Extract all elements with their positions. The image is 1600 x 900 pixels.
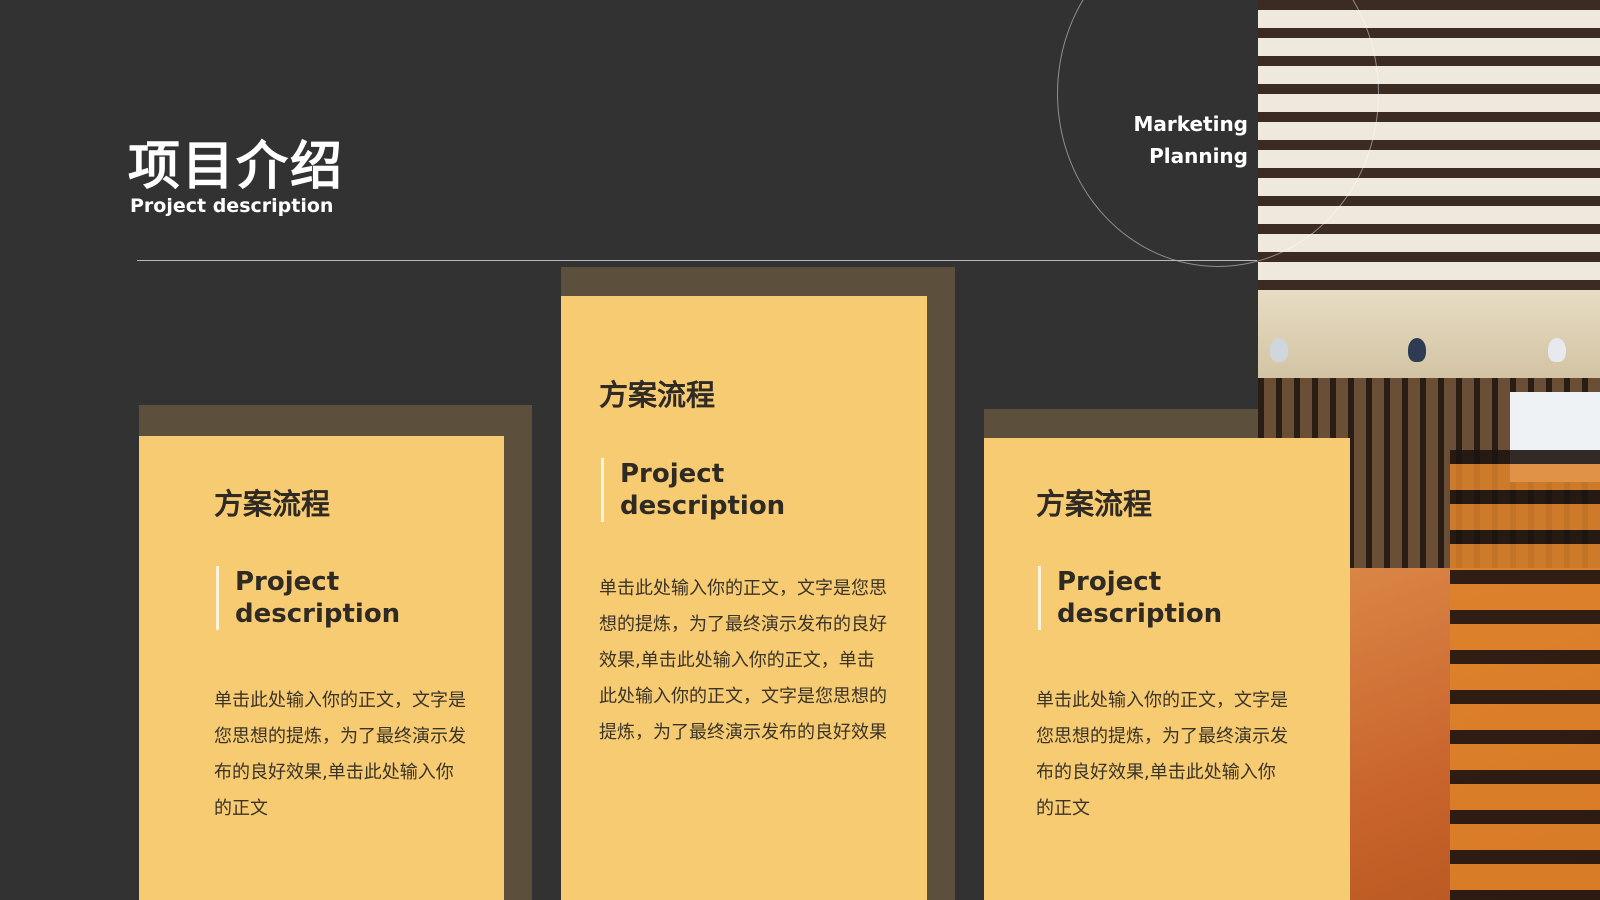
side-label-line2: Planning [1149,144,1248,168]
card-1: 方案流程 Project description 单击此处输入你的正文，文字是您… [139,436,504,900]
photo-vase [1548,338,1566,362]
page-subtitle: Project description [130,195,334,217]
side-label-line1: Marketing [1133,112,1248,136]
divider-line [137,260,1257,261]
photo-audience [1450,450,1600,900]
card-3: 方案流程 Project description 单击此处输入你的正文，文字是您… [984,438,1350,900]
card-body: 单击此处输入你的正文，文字是您思想的提炼，为了最终演示发布的良好效果,单击此处输… [214,690,466,819]
side-label: Marketing Planning [1133,108,1248,172]
card-subheading: Project description [601,458,880,522]
slide: Marketing Planning 项目介绍 Project descript… [0,0,1600,900]
card-heading: 方案流程 [1036,487,1153,521]
card-heading: 方案流程 [214,487,331,521]
card-2: 方案流程 Project description 单击此处输入你的正文，文字是您… [561,296,927,900]
card-body: 单击此处输入你的正文，文字是您思想的提炼，为了最终演示发布的良好效果,单击此处输… [599,578,887,743]
card-body: 单击此处输入你的正文，文字是您思想的提炼，为了最终演示发布的良好效果,单击此处输… [1036,690,1288,819]
card-subheading: Project description [1038,566,1317,630]
page-title: 项目介绍 [128,137,345,197]
card-subheading: Project description [216,566,495,630]
photo-vase [1408,338,1426,362]
photo-wall [1258,290,1600,380]
photo-vase [1270,338,1288,362]
card-heading: 方案流程 [599,378,716,412]
